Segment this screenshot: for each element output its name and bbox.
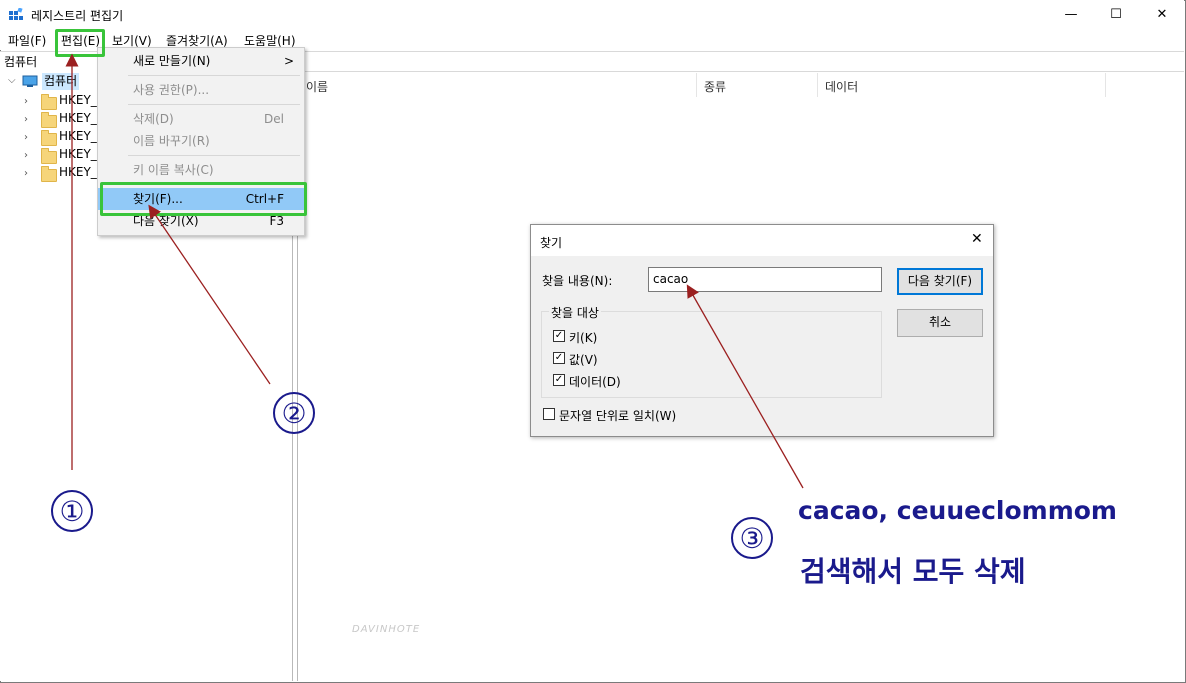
step1-marker: ① — [51, 490, 93, 532]
arrow-step3 — [686, 284, 804, 489]
arrow-step2 — [148, 204, 271, 385]
annotation-note-line2: 검색해서 모두 삭제 — [800, 555, 1026, 588]
annotation-note-line1: cacao, ceuueclommom — [798, 496, 1117, 525]
step3-marker: ③ — [731, 517, 773, 559]
step2-marker: ② — [273, 392, 315, 434]
